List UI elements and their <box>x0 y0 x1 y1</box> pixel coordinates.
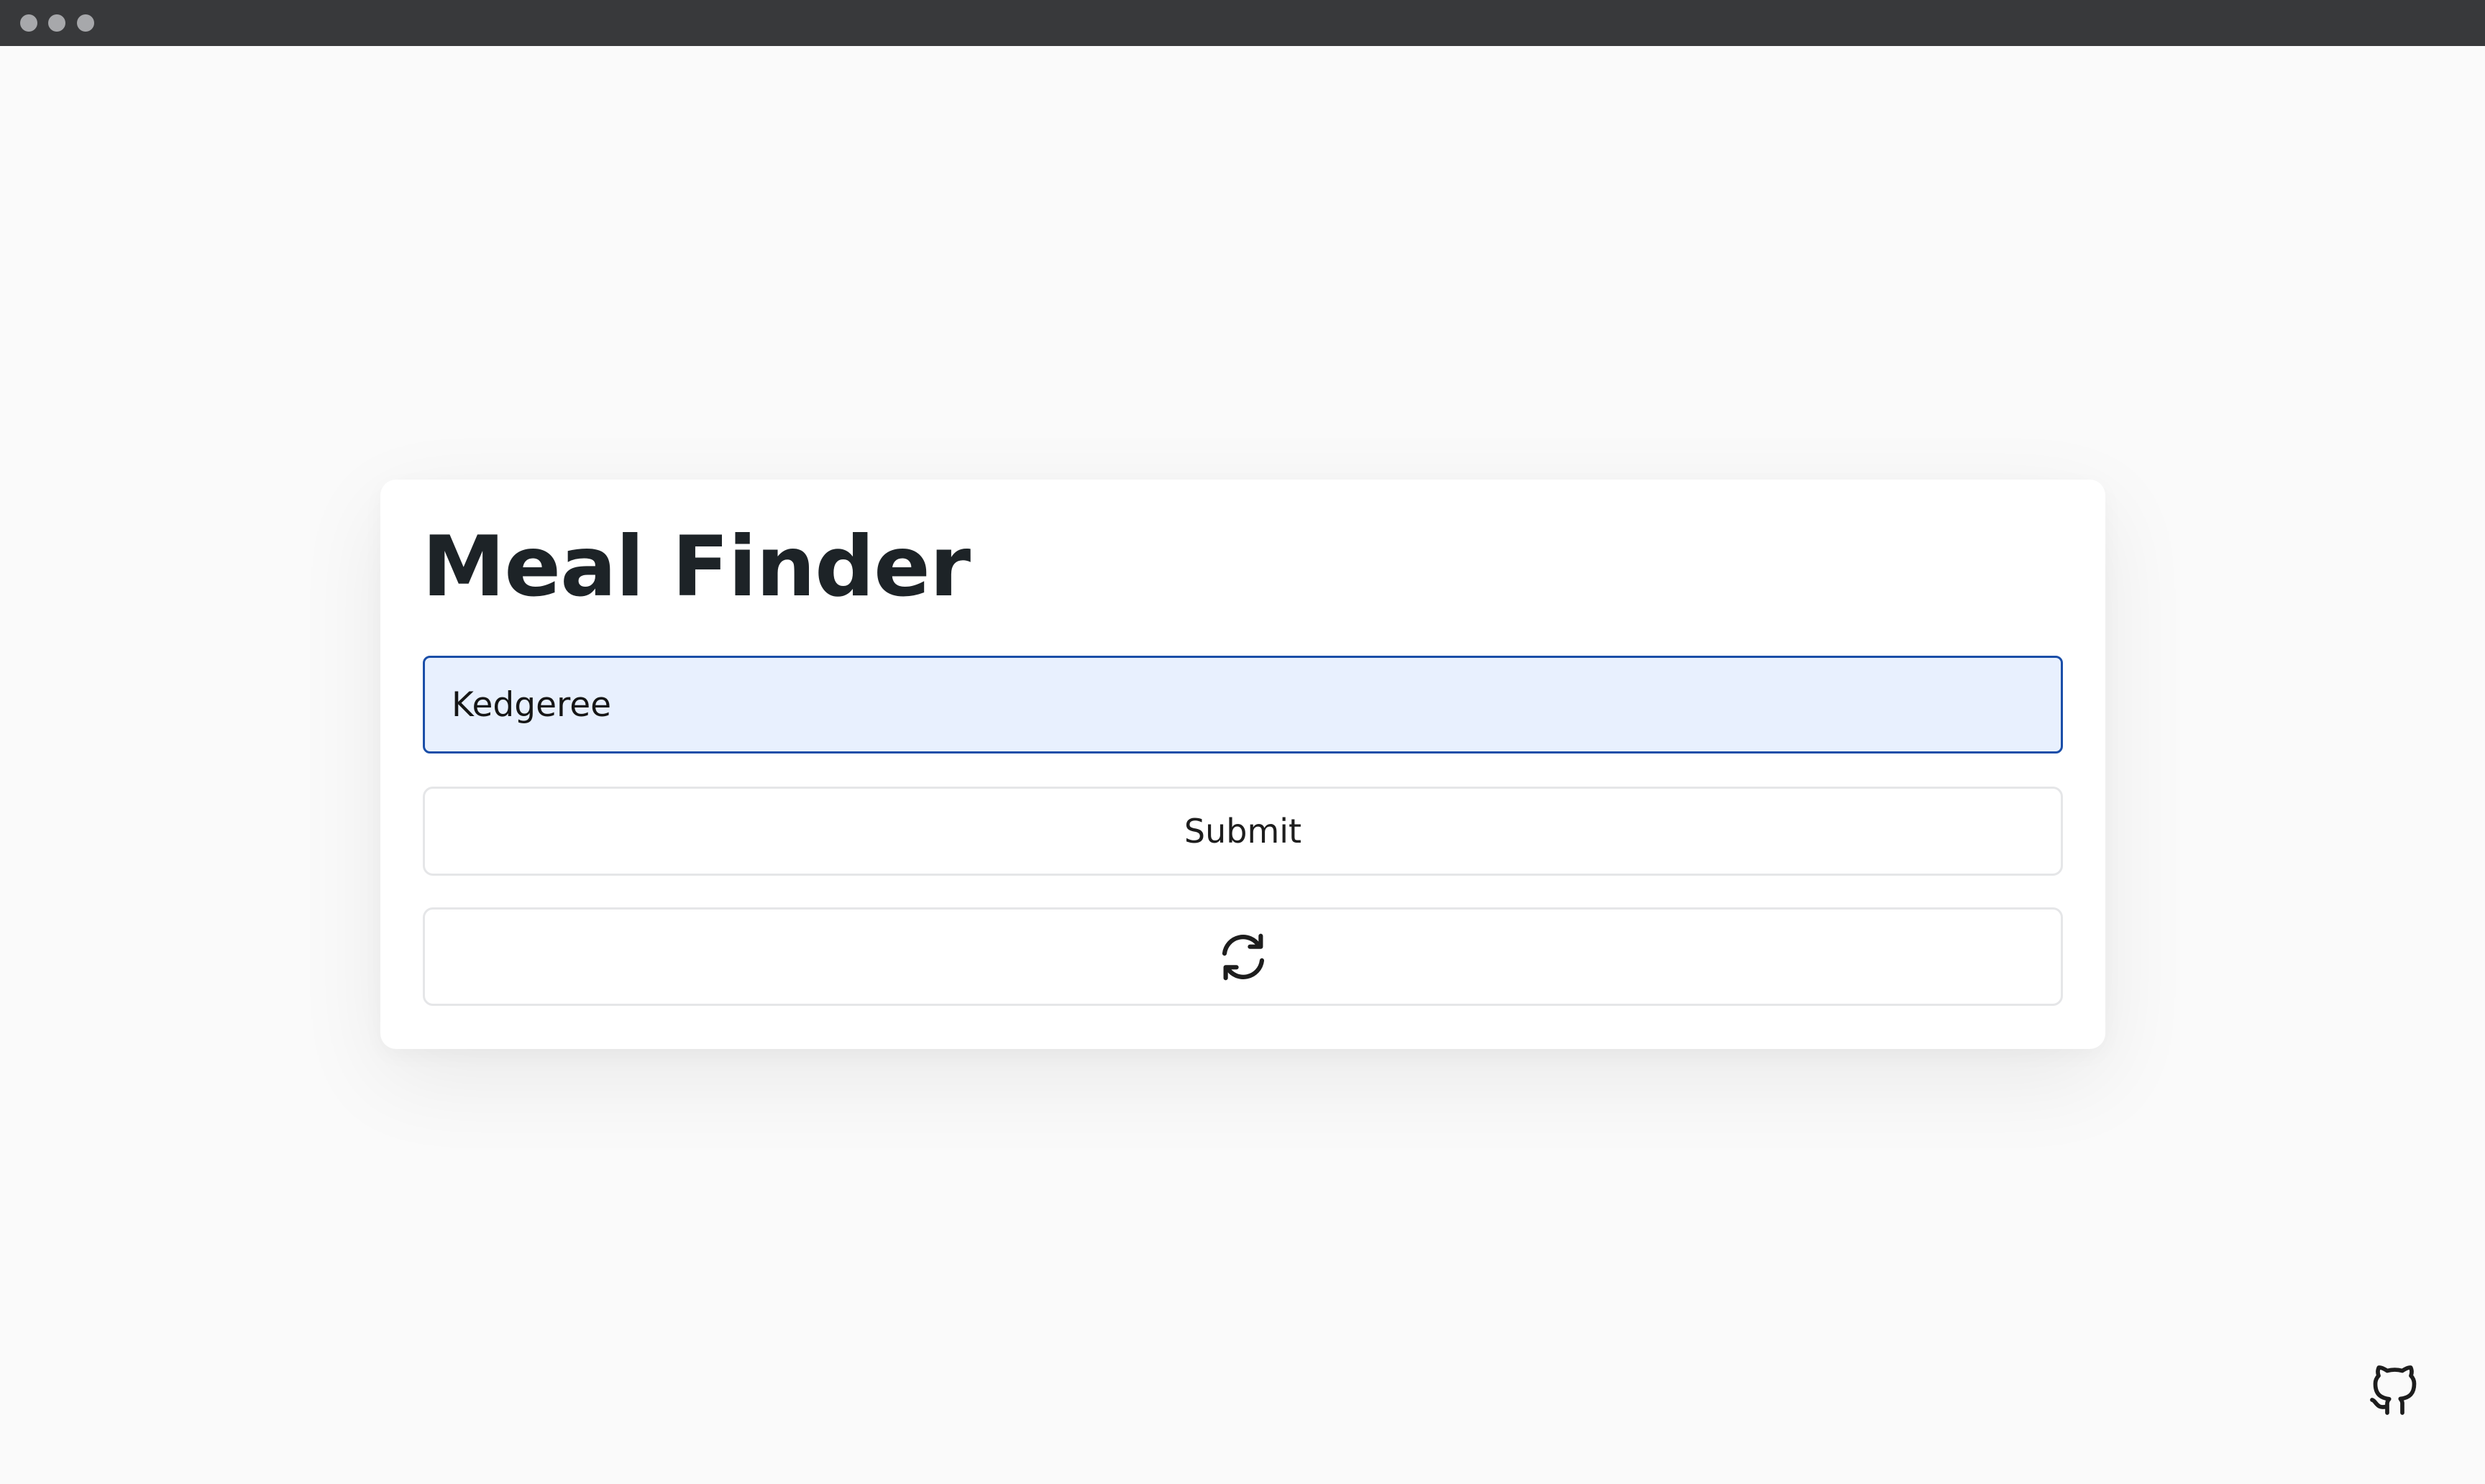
github-icon[interactable] <box>2368 1362 2420 1420</box>
window-minimize-button[interactable] <box>48 14 65 32</box>
submit-button[interactable]: Submit <box>423 787 2063 876</box>
refresh-icon <box>1215 929 1271 985</box>
window-maximize-button[interactable] <box>77 14 94 32</box>
window-title-bar <box>0 0 2485 46</box>
window-close-button[interactable] <box>20 14 37 32</box>
meal-finder-card: Meal Finder Submit <box>380 480 2105 1049</box>
page-title: Meal Finder <box>422 518 971 615</box>
refresh-button[interactable] <box>423 907 2063 1006</box>
meal-search-input[interactable] <box>423 656 2063 754</box>
